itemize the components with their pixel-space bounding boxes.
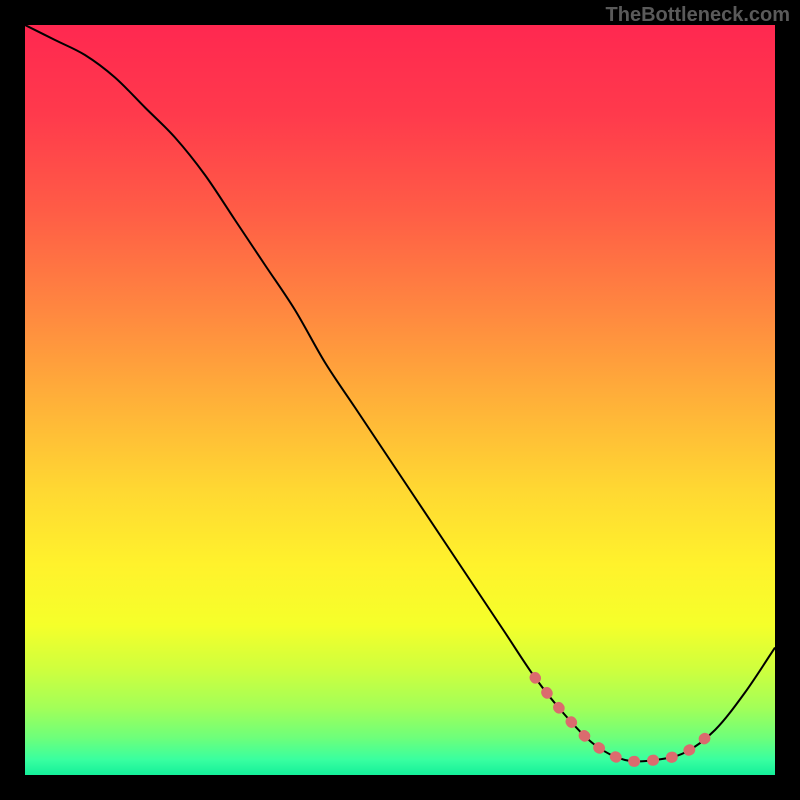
highlight-band (535, 678, 715, 762)
bottleneck-curve (25, 25, 775, 761)
curve-layer (25, 25, 775, 775)
chart-container: TheBottleneck.com (0, 0, 800, 800)
watermark-text: TheBottleneck.com (606, 4, 790, 27)
plot-area (25, 25, 775, 775)
